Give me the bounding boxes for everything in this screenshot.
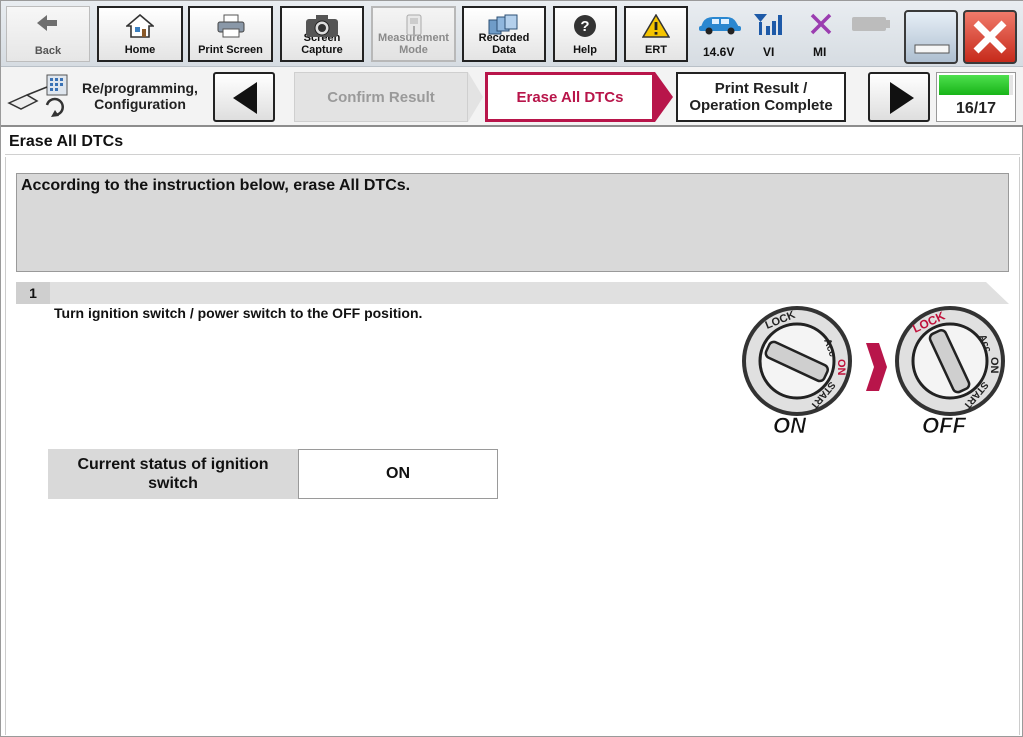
mi-label: MI [813,45,827,59]
step-header-bar [16,282,1009,304]
vi-label: VI [763,45,775,59]
disconnected-x-icon [809,12,833,39]
step-erase-all-dtcs-label: Erase All DTCs [516,88,624,106]
previous-step-button[interactable] [213,72,275,122]
mode-label: Re/programming, Configuration [82,80,198,112]
battery-voltage-value: 14.6V [703,45,735,59]
on-label-right: ON [988,357,1000,374]
toolbar: Back Home Print Screen Screen Capture Me [1,1,1023,67]
recorded-data-button[interactable]: Recorded Data [462,6,546,62]
reprogramming-icon [7,73,71,124]
battery-icon [851,16,891,35]
help-icon: ? [573,14,597,41]
step-erase-all-dtcs-tip [655,72,673,122]
ignition-key-on-icon: LOCK Acc ON START ON [742,306,852,438]
step-navigation-bar: Re/programming, Configuration Confirm Re… [1,67,1023,127]
signal-icon [753,12,785,39]
right-arrow-icon [888,81,916,120]
step-print-result-label: Print Result / Operation Complete [689,80,833,114]
print-screen-button[interactable]: Print Screen [188,6,273,62]
help-label: Help [573,44,597,56]
print-screen-label: Print Screen [198,44,263,56]
step-confirm-result-tip [468,72,483,122]
ignition-status-value: ON [298,449,498,499]
screen-capture-button[interactable]: Screen Capture [280,6,364,62]
instruction-text: According to the instruction below, eras… [21,177,411,194]
camera-icon [305,14,339,41]
step-instruction-text: Turn ignition switch / power switch to t… [54,305,423,321]
svg-text:?: ? [580,18,589,35]
back-button[interactable]: Back [6,6,90,62]
step-print-result: Print Result / Operation Complete [676,72,846,122]
mi-status: MI [801,6,841,62]
instruction-box: According to the instruction below, eras… [16,173,1009,272]
ignition-status-label: Current status of ignition switch [48,449,298,499]
progress-indicator: 16/17 [936,72,1016,122]
progress-track [939,75,1013,95]
caption-off: OFF [922,413,967,438]
step-erase-all-dtcs: Erase All DTCs [485,72,655,122]
recorded-data-icon [487,14,521,39]
battery-status [846,6,896,62]
ignition-switch-diagram: LOCK Acc ON START ON LOCK Acc ON START O… [742,306,1005,438]
car-icon [697,12,743,39]
page-title: Erase All DTCs [5,129,1020,155]
step-confirm-result-label: Confirm Result [327,88,435,106]
home-icon [124,13,156,41]
measurement-mode-button[interactable]: Measurement Mode [371,6,456,62]
next-step-button[interactable] [868,72,930,122]
ert-label: ERT [645,44,667,56]
ignition-status-label-text: Current status of ignition switch [77,456,269,492]
back-label: Back [34,45,62,57]
ert-button[interactable]: ERT [624,6,688,62]
progress-text: 16/17 [955,100,997,117]
close-icon [970,17,1010,62]
printer-icon [216,14,246,41]
vi-status: VI [749,6,789,62]
warning-icon [641,13,671,41]
close-button[interactable] [963,10,1017,64]
home-button[interactable]: Home [97,6,183,62]
caption-on: ON [773,413,807,438]
ignition-key-off-icon: LOCK Acc ON START OFF [895,306,1005,438]
back-arrow-icon [35,13,61,36]
home-label: Home [124,44,156,56]
app-window: Back Home Print Screen Screen Capture Me [0,0,1023,737]
left-arrow-icon [231,81,259,120]
on-label-left: ON [835,359,847,376]
transition-arrow-icon [866,343,887,391]
help-button[interactable]: ? Help [553,6,617,62]
meter-icon [402,14,426,41]
step-number: 1 [16,282,50,304]
minimize-button[interactable] [904,10,958,64]
progress-fill [939,75,1009,95]
minimize-icon [914,42,950,60]
step-confirm-result: Confirm Result [294,72,468,122]
